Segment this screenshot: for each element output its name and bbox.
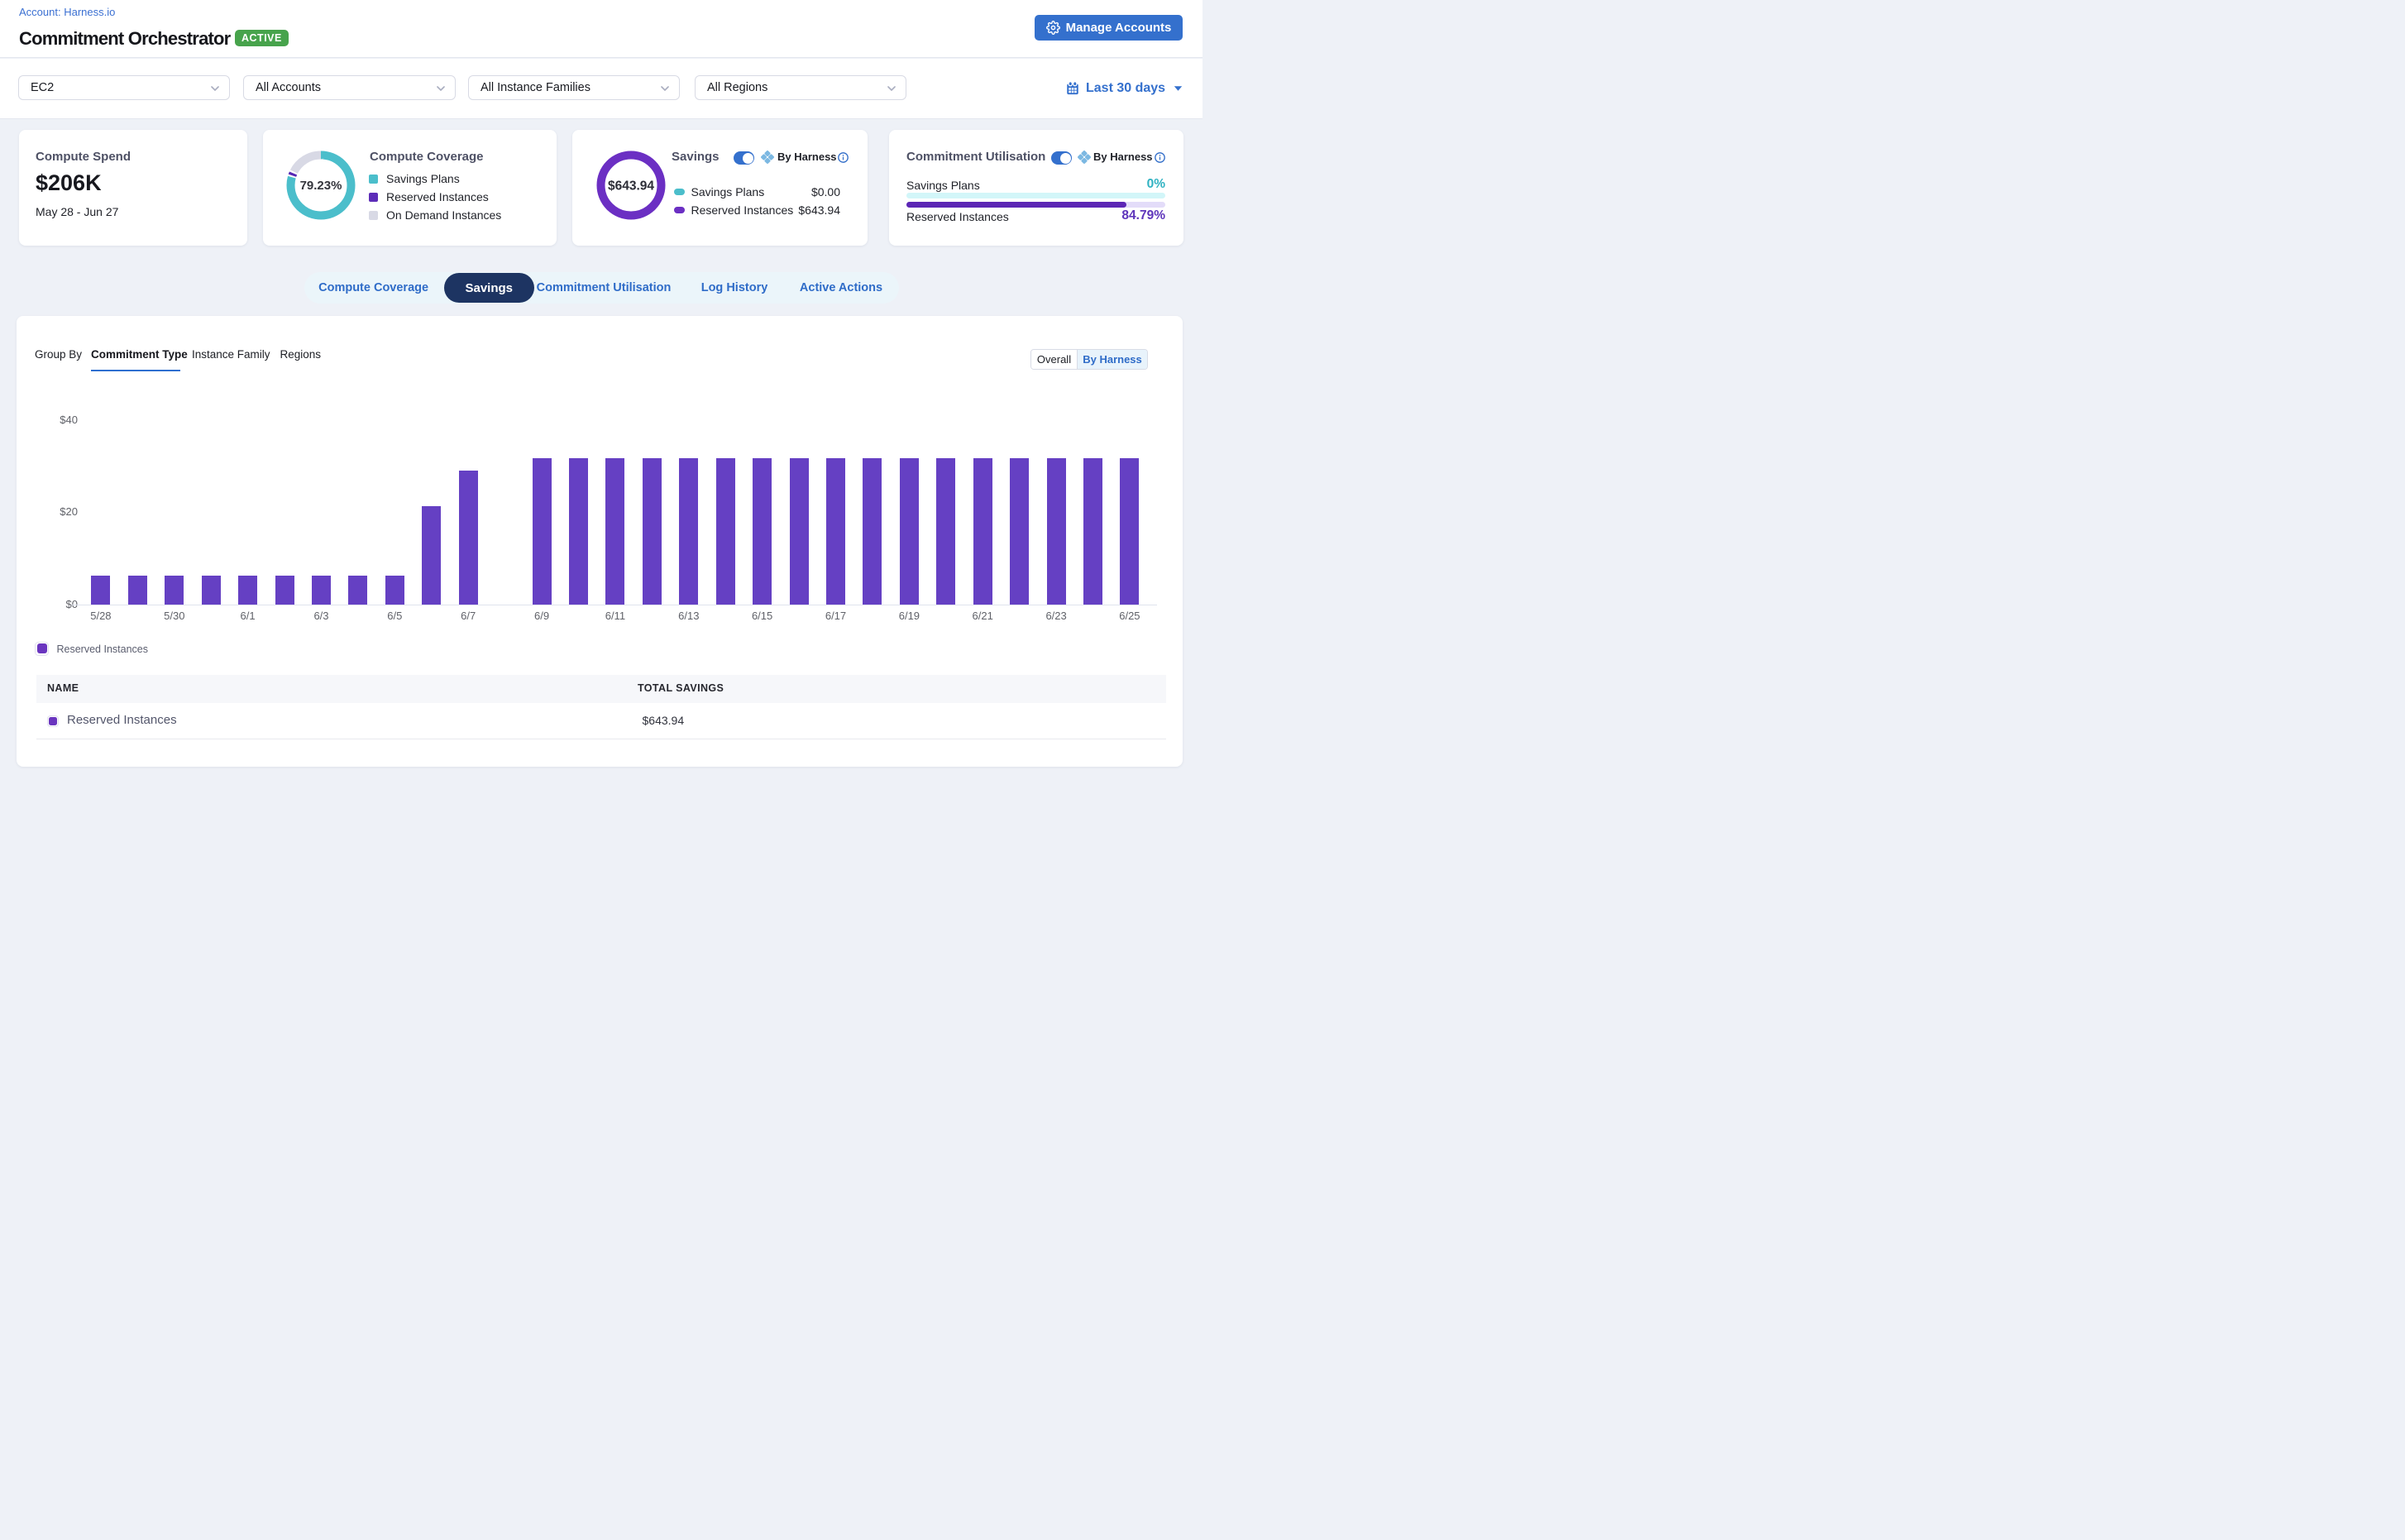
svg-text:$643.94: $643.94 (608, 179, 654, 194)
svg-text:79.23%: 79.23% (300, 179, 342, 193)
